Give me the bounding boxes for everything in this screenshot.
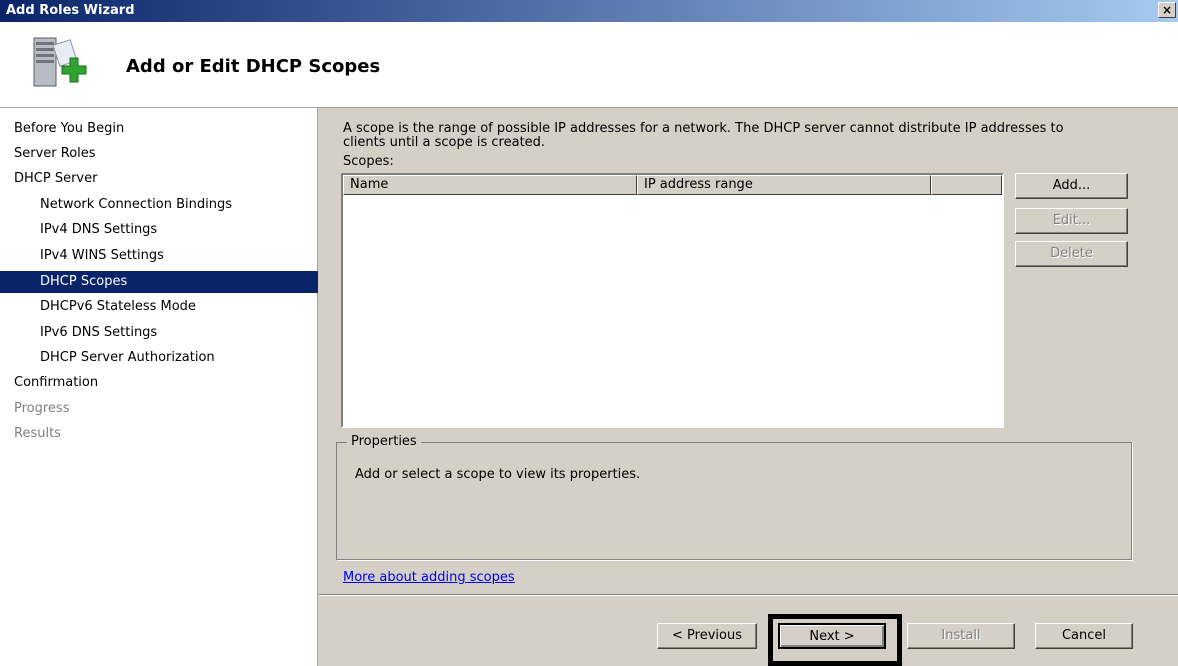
sidebar-item-ipv6-dns-settings[interactable]: IPv6 DNS Settings bbox=[0, 322, 318, 344]
properties-text: Add or select a scope to view its proper… bbox=[355, 467, 641, 482]
sidebar-item-progress: Progress bbox=[14, 401, 70, 416]
column-header-extra[interactable] bbox=[931, 175, 1002, 195]
sidebar-item-dhcp-server-authorization[interactable]: DHCP Server Authorization bbox=[0, 347, 318, 369]
install-button[interactable]: Install bbox=[907, 623, 1015, 649]
page-title: Add or Edit DHCP Scopes bbox=[126, 56, 381, 77]
properties-group: Properties Add or select a scope to view… bbox=[336, 434, 1132, 560]
sidebar-item-ipv4-wins-settings[interactable]: IPv4 WINS Settings bbox=[0, 245, 318, 267]
sidebar-item-before-you-begin[interactable]: Before You Begin bbox=[0, 118, 318, 140]
sidebar-item-dhcpv6-stateless-mode[interactable]: DHCPv6 Stateless Mode bbox=[0, 296, 318, 318]
window-title: Add Roles Wizard bbox=[6, 3, 135, 18]
close-icon[interactable]: × bbox=[1158, 2, 1176, 18]
sidebar-item-ipv4-dns-settings[interactable]: IPv4 DNS Settings bbox=[0, 219, 318, 241]
more-about-scopes-link[interactable]: More about adding scopes bbox=[343, 570, 515, 585]
wizard-steps-sidebar: Before You Begin Server Roles DHCP Serve… bbox=[0, 108, 318, 666]
sidebar-item-results: Results bbox=[14, 426, 61, 441]
column-header-name[interactable]: Name bbox=[343, 175, 637, 195]
sidebar-item-dhcp-scopes[interactable]: DHCP Scopes bbox=[0, 271, 318, 293]
title-bar: Add Roles Wizard × bbox=[0, 0, 1178, 22]
scopes-list[interactable]: Name IP address range bbox=[341, 173, 1004, 428]
delete-button[interactable]: Delete bbox=[1015, 241, 1128, 267]
page-description: A scope is the range of possible IP addr… bbox=[343, 121, 1064, 150]
column-header-ip-range[interactable]: IP address range bbox=[637, 175, 931, 195]
scopes-list-header: Name IP address range bbox=[343, 175, 1002, 195]
next-button-highlight bbox=[768, 614, 902, 666]
cancel-button[interactable]: Cancel bbox=[1035, 623, 1133, 649]
scopes-label: Scopes: bbox=[343, 154, 394, 169]
add-button[interactable]: Add... bbox=[1015, 173, 1128, 199]
edit-button[interactable]: Edit... bbox=[1015, 208, 1128, 234]
server-add-icon bbox=[33, 37, 87, 87]
wizard-header: Add or Edit DHCP Scopes bbox=[0, 22, 1178, 108]
main-content: A scope is the range of possible IP addr… bbox=[319, 108, 1178, 666]
sidebar-item-confirmation[interactable]: Confirmation bbox=[0, 372, 318, 394]
previous-button[interactable]: < Previous bbox=[657, 623, 757, 649]
sidebar-item-server-roles[interactable]: Server Roles bbox=[0, 143, 318, 165]
properties-legend: Properties bbox=[347, 434, 421, 449]
footer-divider bbox=[319, 594, 1178, 596]
sidebar-item-network-connection-bindings[interactable]: Network Connection Bindings bbox=[0, 194, 318, 216]
sidebar-item-dhcp-server[interactable]: DHCP Server bbox=[0, 168, 318, 190]
